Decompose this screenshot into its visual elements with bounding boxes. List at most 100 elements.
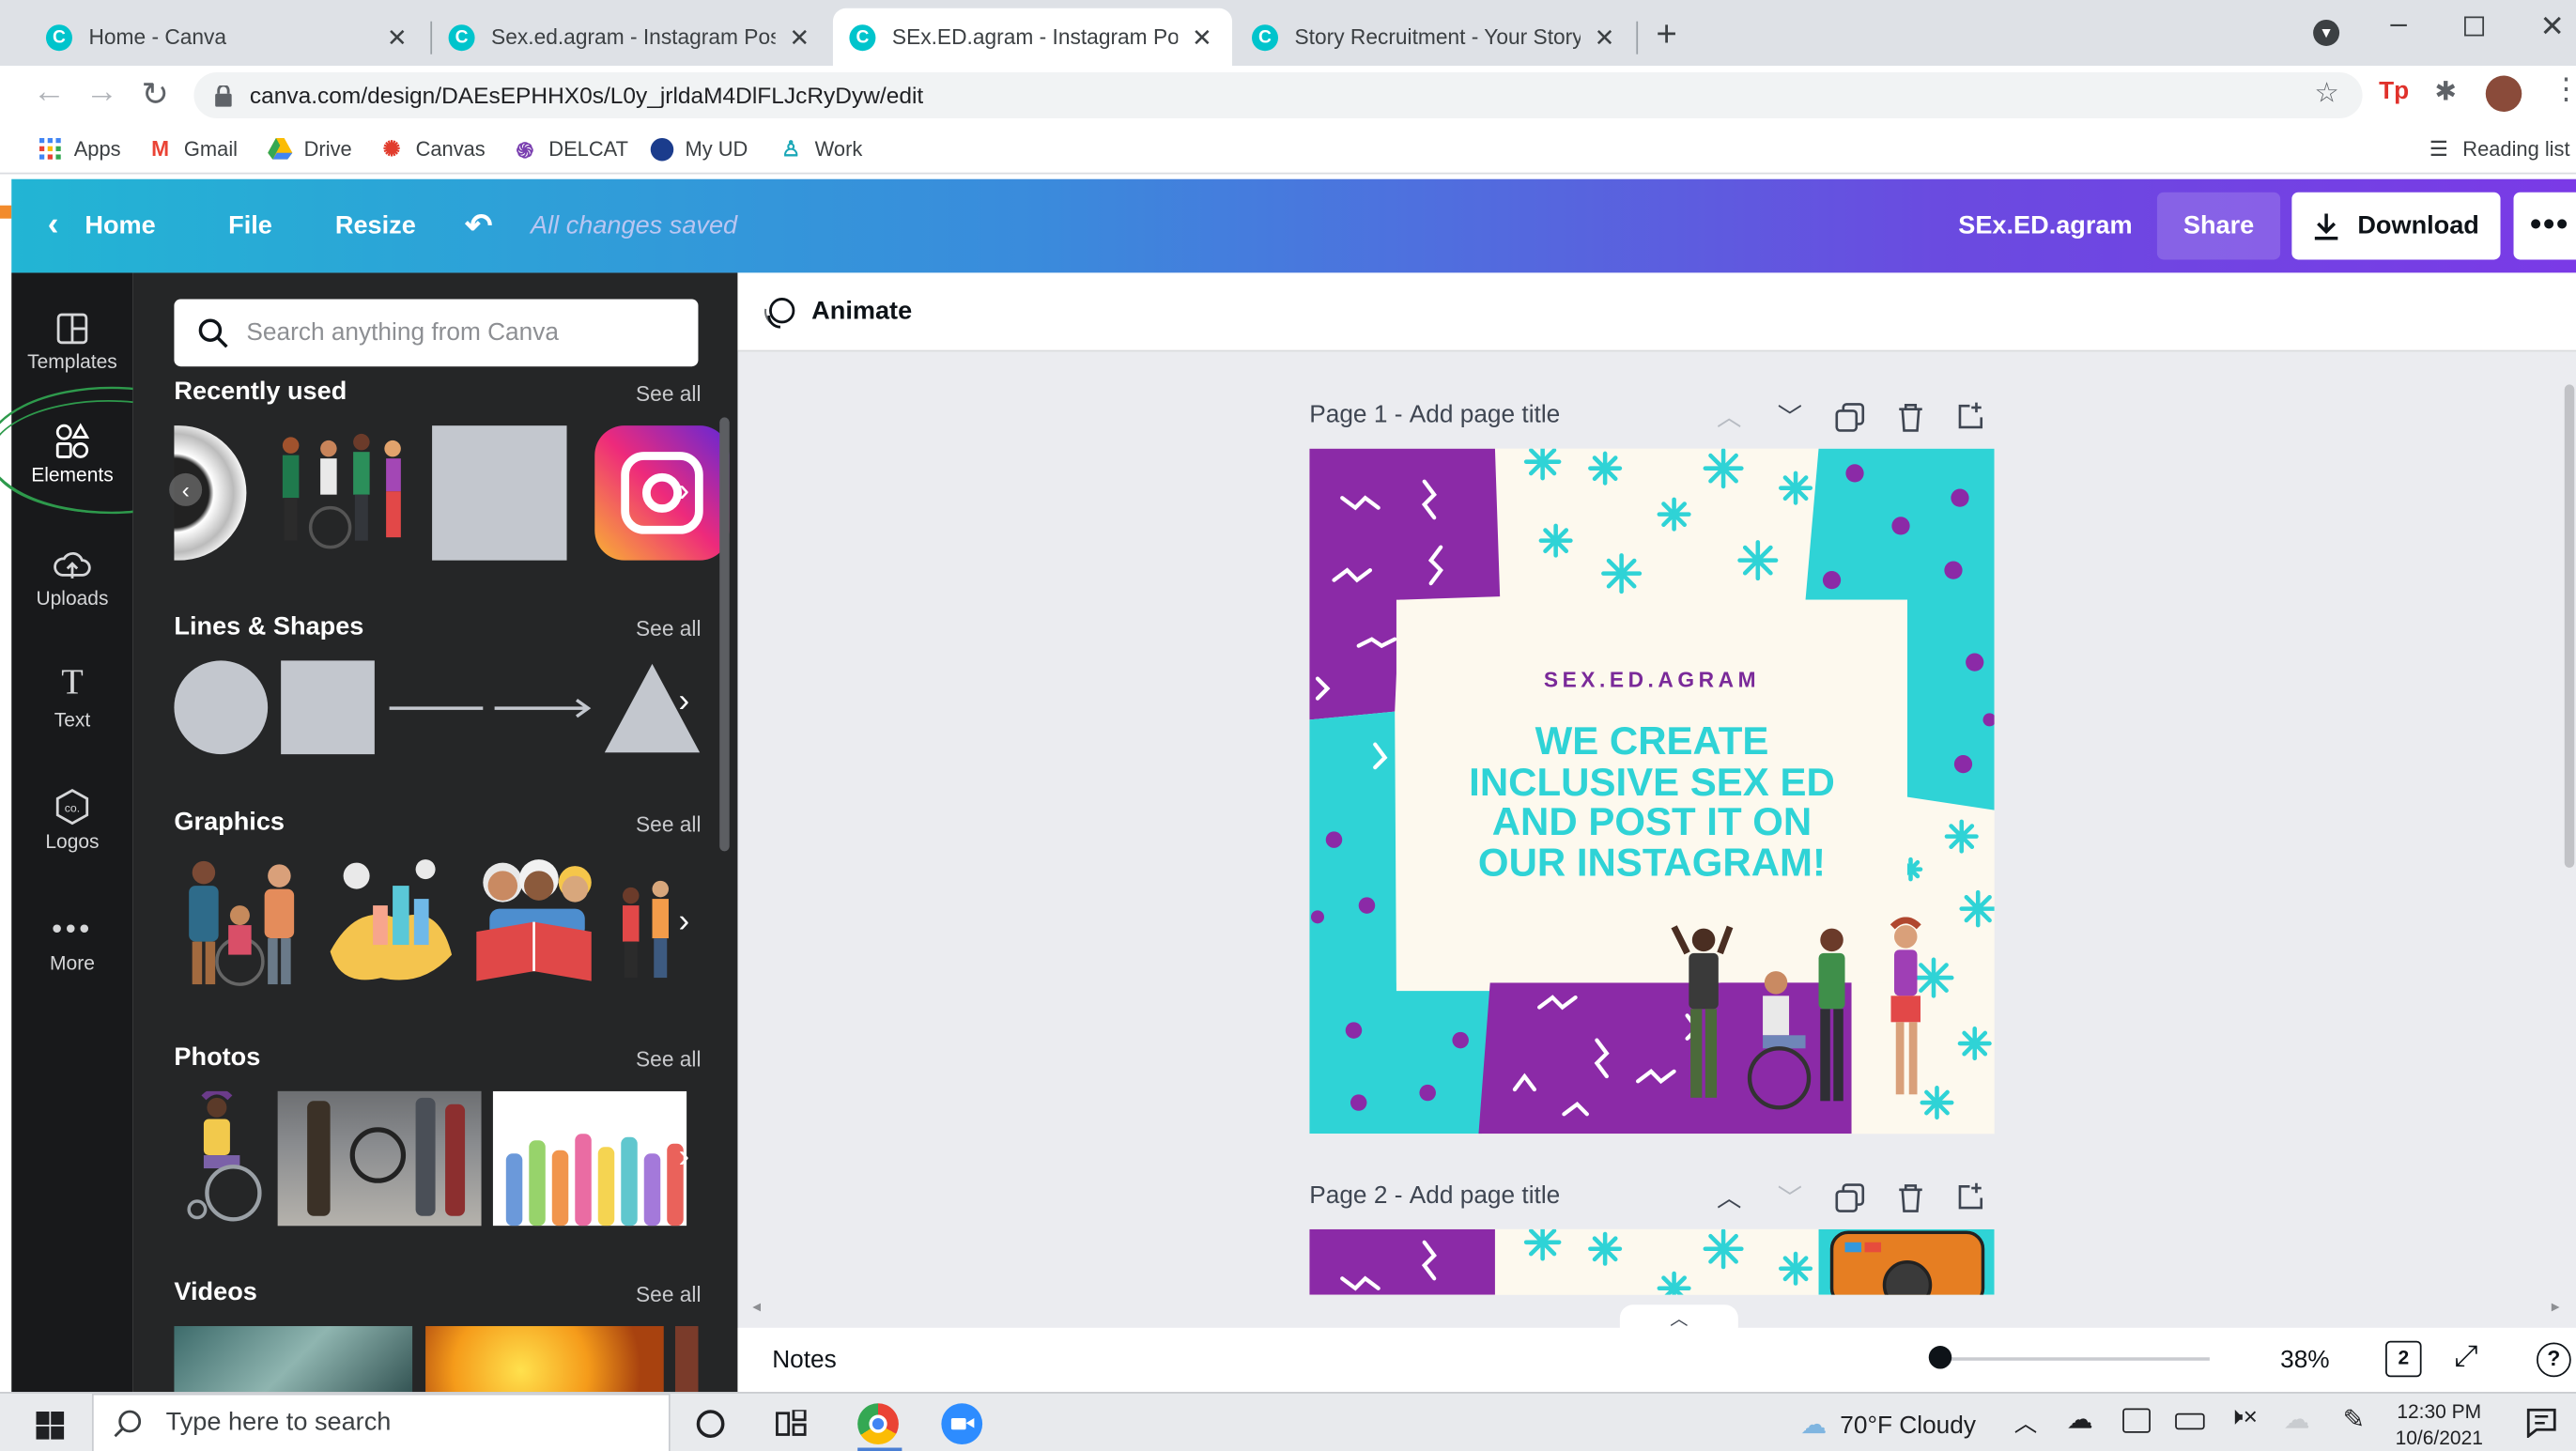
add-page-icon[interactable] <box>1956 401 1985 430</box>
duplicate-page-icon[interactable] <box>1835 1183 1865 1212</box>
see-all-videos[interactable]: See all <box>636 1282 702 1306</box>
photo-raised-hands[interactable] <box>492 1090 687 1227</box>
page-2-title-input[interactable]: Add page title <box>1410 1181 1561 1210</box>
sidebar-item-more[interactable]: ••• More <box>11 901 132 1015</box>
bookmark-gmail[interactable]: M Gmail <box>147 136 238 161</box>
bookmark-delcat[interactable]: ֍ DELCAT <box>513 136 628 162</box>
task-view-icon[interactable] <box>776 1410 809 1438</box>
download-button[interactable]: Download <box>2291 192 2501 260</box>
profile-avatar[interactable] <box>2485 75 2522 112</box>
help-icon[interactable]: ? <box>2537 1342 2571 1378</box>
scroll-left-icon[interactable]: ‹ <box>169 472 203 506</box>
poster-page-2[interactable] <box>1309 1228 1995 1295</box>
tab-home-canva[interactable]: C Home - Canva ✕ <box>13 8 427 66</box>
close-tab-icon[interactable]: ✕ <box>1595 23 1615 52</box>
shape-circle[interactable] <box>174 660 269 755</box>
zoom-app-icon[interactable] <box>941 1403 983 1445</box>
close-window-icon[interactable]: ✕ <box>2540 9 2565 44</box>
cortana-icon[interactable] <box>696 1410 725 1439</box>
battery-icon[interactable] <box>2175 1412 2205 1430</box>
recent-element-instagram-logo[interactable] <box>594 425 730 561</box>
zoom-level[interactable]: 38% <box>2280 1346 2330 1374</box>
volume-muted-icon[interactable]: 🕨× <box>2228 1403 2258 1431</box>
network-cloud-icon[interactable]: ☁ <box>2284 1403 2310 1436</box>
home-button[interactable]: ‹ Home <box>48 179 156 273</box>
video-thumbnail-fire[interactable] <box>425 1326 664 1393</box>
new-tab-icon[interactable]: + <box>1656 13 1676 55</box>
recent-element-people-illustration[interactable] <box>271 425 412 560</box>
reload-icon[interactable]: ↻ <box>141 74 168 116</box>
sidebar-item-logos[interactable]: co. Logos <box>11 779 132 893</box>
clock[interactable]: 12:30 PM 10/6/2021 <box>2396 1398 2483 1451</box>
sidebar-item-text[interactable]: T Text <box>11 657 132 772</box>
tab-sexedagram[interactable]: C Sex.ed.agram - Instagram Post ✕ <box>432 8 829 66</box>
zoom-slider-handle[interactable] <box>1928 1346 1952 1369</box>
more-options-button[interactable]: ••• <box>2513 192 2576 260</box>
chevron-right-icon[interactable]: › <box>678 903 689 941</box>
back-icon[interactable]: ← <box>33 74 66 112</box>
pen-icon[interactable]: ✎ <box>2343 1403 2365 1436</box>
delete-page-icon[interactable] <box>1898 1183 1924 1212</box>
poster-page-1[interactable]: SEX.ED.AGRAM WE CREATE INCLUSIVE SEX ED … <box>1309 448 1995 1135</box>
see-all-lines-shapes[interactable]: See all <box>636 616 702 641</box>
panel-scrollbar[interactable] <box>719 417 730 852</box>
chrome-taskbar-icon[interactable] <box>857 1403 899 1445</box>
move-page-down-icon[interactable]: ﹀ <box>1778 399 1802 434</box>
extension-tp-icon[interactable]: Tp <box>2379 77 2409 105</box>
shape-line[interactable] <box>389 706 484 710</box>
notes-button[interactable]: Notes <box>772 1346 837 1374</box>
bookmark-my-ud[interactable]: My UD <box>649 136 748 161</box>
animate-button[interactable]: Animate <box>761 293 912 329</box>
workspace-scrollbar[interactable] <box>2564 384 2575 868</box>
see-all-photos[interactable]: See all <box>636 1047 702 1072</box>
tab-story-recruitment[interactable]: C Story Recruitment - Your Story ✕ <box>1236 8 1635 66</box>
reading-list-button[interactable]: ☰ Reading list <box>2427 135 2570 161</box>
graphic-city-illustration[interactable] <box>324 853 458 991</box>
bookmark-apps[interactable]: Apps <box>38 136 121 161</box>
photo-street-wheelchair[interactable] <box>277 1090 482 1227</box>
graphic-people-illustration[interactable] <box>614 853 680 991</box>
add-page-icon[interactable] <box>1956 1181 1985 1211</box>
move-page-down-icon[interactable]: ﹀ <box>1778 1180 1802 1214</box>
extensions-puzzle-icon[interactable]: ✱ <box>2435 75 2457 108</box>
windows-start-icon[interactable] <box>36 1412 65 1440</box>
share-button[interactable]: Share <box>2156 192 2281 260</box>
page-grid-button[interactable]: 2 <box>2385 1340 2422 1378</box>
graphic-reading-grandparents-illustration[interactable] <box>467 853 601 991</box>
shape-arrow[interactable] <box>494 697 594 719</box>
file-menu-button[interactable]: File <box>228 179 272 273</box>
graphic-family-illustration[interactable] <box>174 853 305 991</box>
shape-square[interactable] <box>281 660 375 755</box>
bookmark-work[interactable]: ♙ Work <box>779 135 862 161</box>
fullscreen-icon[interactable]: ⤢ <box>2455 1339 2478 1374</box>
bookmark-star-icon[interactable]: ☆ <box>2314 77 2339 110</box>
page-1-title-input[interactable]: Add page title <box>1410 401 1561 429</box>
chevron-right-icon[interactable]: › <box>678 684 689 721</box>
show-hidden-icons[interactable]: ︿ <box>2014 1407 2037 1440</box>
weather-widget[interactable]: ☁ 70°F Cloudy <box>1800 1409 1976 1442</box>
video-thumbnail-partial[interactable] <box>674 1326 699 1393</box>
url-bar[interactable]: canva.com/design/DAEsEPHHX0s/L0y_jrldaM4… <box>193 71 2363 118</box>
close-tab-icon[interactable]: ✕ <box>789 23 810 52</box>
tab-search-icon[interactable]: ▼ <box>2313 19 2340 46</box>
video-thumbnail-water[interactable] <box>174 1326 413 1393</box>
move-page-up-icon[interactable]: ︿ <box>1717 399 1741 434</box>
taskbar-search-input[interactable]: Type here to search <box>91 1393 671 1451</box>
bookmark-drive[interactable]: Drive <box>268 136 352 161</box>
notifications-icon[interactable] <box>2526 1408 2556 1439</box>
undo-icon[interactable]: ↶ <box>465 179 492 273</box>
restore-icon[interactable] <box>2464 16 2485 37</box>
chrome-menu-icon[interactable]: ⋮ <box>2552 72 2576 107</box>
delete-page-icon[interactable] <box>1898 403 1924 432</box>
onedrive-icon[interactable]: ☁ <box>2067 1403 2093 1436</box>
duplicate-page-icon[interactable] <box>1835 403 1865 432</box>
recent-element-square[interactable] <box>432 425 567 561</box>
sidebar-item-uploads[interactable]: Uploads <box>11 535 132 650</box>
close-tab-icon[interactable]: ✕ <box>1192 23 1212 52</box>
chevron-right-icon[interactable]: › <box>678 1139 689 1177</box>
zoom-slider[interactable] <box>1930 1357 2210 1361</box>
see-all-graphics[interactable]: See all <box>636 811 702 836</box>
display-icon[interactable] <box>2122 1408 2151 1433</box>
tab-active-sexedagram[interactable]: C SEx.ED.agram - Instagram Post ✕ <box>832 8 1233 66</box>
photo-wheelchair-woman[interactable] <box>174 1090 266 1226</box>
